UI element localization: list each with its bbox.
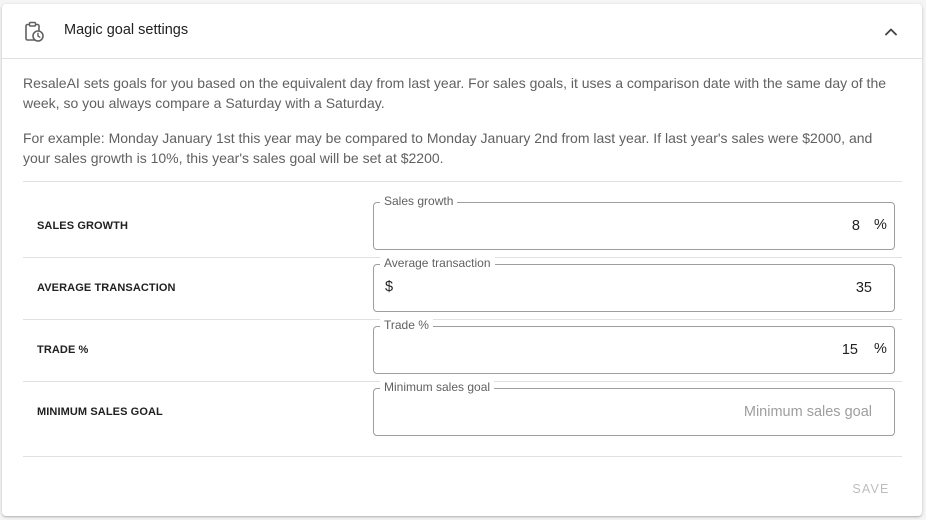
example-paragraph: For example: Monday January 1st this yea… <box>23 130 873 166</box>
sales-growth-field-label: Sales growth <box>380 194 458 208</box>
minimum-sales-goal-field[interactable]: Minimum sales goal <box>373 380 895 436</box>
percent-suffix: % <box>874 217 887 233</box>
clipboard-clock-icon <box>23 21 45 43</box>
trade-percent-input[interactable] <box>386 340 858 360</box>
minimum-sales-goal-label: MINIMUM SALES GOAL <box>37 406 163 418</box>
trade-percent-field[interactable]: Trade % % <box>373 318 895 374</box>
divider <box>23 319 902 320</box>
percent-suffix: % <box>874 341 887 357</box>
divider <box>23 181 902 182</box>
average-transaction-label: AVERAGE TRANSACTION <box>37 282 176 294</box>
save-button[interactable]: SAVE <box>840 476 902 502</box>
trade-percent-label: TRADE % <box>37 344 89 356</box>
sales-growth-field[interactable]: Sales growth % <box>373 194 895 250</box>
panel-title: Magic goal settings <box>64 22 189 38</box>
magic-goal-settings-card: Magic goal settings ResaleAI sets goals … <box>2 4 922 516</box>
sales-growth-input[interactable] <box>386 216 860 236</box>
average-transaction-field[interactable]: Average transaction $ <box>373 256 895 312</box>
divider <box>23 456 902 457</box>
trade-percent-field-label: Trade % <box>380 318 433 332</box>
average-transaction-input[interactable] <box>404 278 872 298</box>
chevron-up-icon[interactable] <box>881 22 901 42</box>
description-paragraph: ResaleAI sets goals for you based on the… <box>23 75 887 111</box>
minimum-sales-goal-field-label: Minimum sales goal <box>380 380 495 394</box>
minimum-sales-goal-input[interactable] <box>386 402 872 422</box>
average-transaction-field-label: Average transaction <box>380 256 495 270</box>
sales-growth-label: SALES GROWTH <box>37 220 129 232</box>
dollar-prefix: $ <box>385 279 394 295</box>
panel-header[interactable]: Magic goal settings <box>2 4 922 59</box>
